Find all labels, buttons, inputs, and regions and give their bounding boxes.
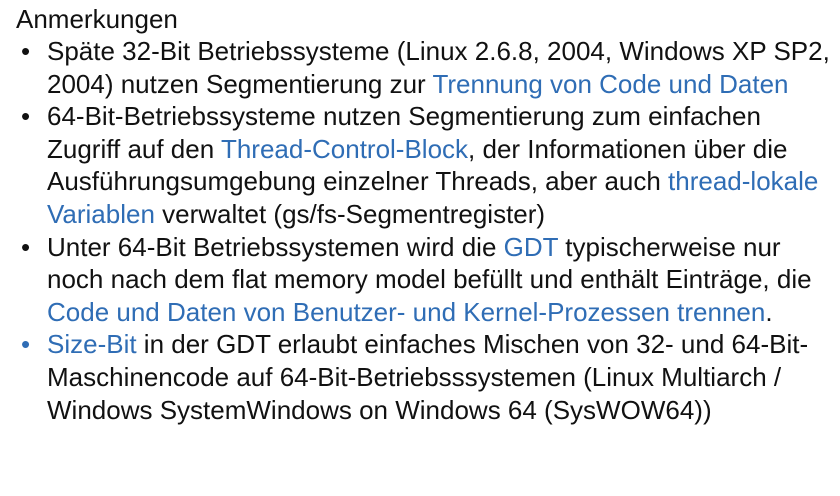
bullet-text: verwaltet (gs/fs-Segmentregister): [154, 198, 546, 229]
list-item: • Size-Bit in der GDT erlaubt einfaches …: [16, 328, 837, 426]
highlighted-term: Code und Daten von Benutzer- und Kernel-…: [47, 296, 766, 327]
highlighted-term: Trennung von Code und Daten: [432, 68, 789, 99]
bullet-icon: •: [21, 231, 31, 262]
list-item: • Unter 64-Bit Betriebssystemen wird die…: [16, 231, 837, 329]
bullet-icon: •: [21, 36, 31, 66]
list-item: • Späte 32-Bit Betriebssysteme (Linux 2.…: [16, 35, 837, 100]
highlighted-term: Size-Bit: [47, 329, 137, 360]
highlighted-term: Thread-Control-Block: [220, 133, 469, 164]
bullet-text: in der GDT erlaubt einfaches Mischen von…: [47, 329, 809, 425]
slide: Anmerkungen • Späte 32-Bit Betriebssyste…: [0, 0, 840, 496]
highlighted-term: GDT: [503, 231, 559, 262]
bullet-text: Unter 64-Bit Betriebssystemen wird die: [47, 231, 504, 262]
bullet-text: .: [765, 296, 773, 327]
bullet-list: • Späte 32-Bit Betriebssysteme (Linux 2.…: [16, 35, 840, 426]
bullet-icon: •: [21, 329, 31, 360]
list-item: • 64-Bit-Betriebssysteme nutzen Segmenti…: [16, 100, 837, 230]
page-title: Anmerkungen: [16, 4, 178, 34]
bullet-icon: •: [21, 101, 31, 132]
